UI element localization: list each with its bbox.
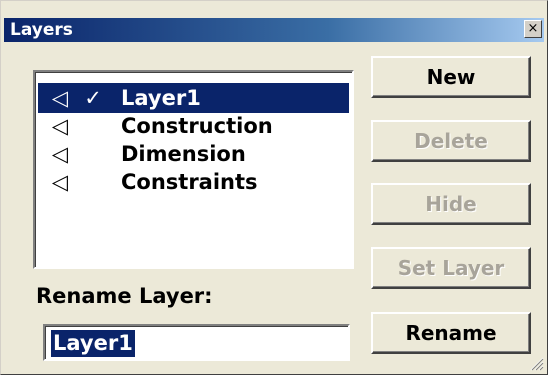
current-layer-check-icon: ✓ xyxy=(84,86,102,110)
set-layer-button[interactable]: Set Layer xyxy=(371,247,531,289)
eye-icon[interactable]: ◁ xyxy=(50,83,70,113)
layer-name: Layer1 xyxy=(121,86,201,110)
layer-name: Constraints xyxy=(121,170,258,194)
rename-layer-label: Rename Layer: xyxy=(36,284,213,308)
rename-layer-input-value: Layer1 xyxy=(51,330,135,357)
resize-grip-icon[interactable] xyxy=(528,355,544,371)
close-button[interactable]: × xyxy=(524,20,542,38)
layer-item-layer1[interactable]: ◁ ✓ Layer1 xyxy=(38,83,349,113)
layer-name: Construction xyxy=(121,114,273,138)
layer-item-construction[interactable]: ◁ Construction xyxy=(38,111,349,141)
title-bar[interactable]: Layers × xyxy=(4,18,544,42)
layer-list[interactable]: ◁ ✓ Layer1 ◁ Construction ◁ Dimension ◁ … xyxy=(33,70,354,269)
rename-layer-input[interactable]: Layer1 xyxy=(43,324,350,361)
close-icon: × xyxy=(527,21,539,36)
hide-button[interactable]: Hide xyxy=(371,183,531,225)
layer-name: Dimension xyxy=(121,142,246,166)
layer-item-dimension[interactable]: ◁ Dimension xyxy=(38,139,349,169)
rename-button[interactable]: Rename xyxy=(371,312,531,354)
new-button[interactable]: New xyxy=(371,56,531,98)
layers-dialog: Layers × ◁ ✓ Layer1 ◁ Construction ◁ Dim… xyxy=(0,0,548,375)
eye-icon[interactable]: ◁ xyxy=(50,139,70,169)
layer-item-constraints[interactable]: ◁ Constraints xyxy=(38,167,349,197)
eye-icon[interactable]: ◁ xyxy=(50,111,70,141)
window-title: Layers xyxy=(10,20,73,40)
delete-button[interactable]: Delete xyxy=(371,120,531,162)
eye-icon[interactable]: ◁ xyxy=(50,167,70,197)
